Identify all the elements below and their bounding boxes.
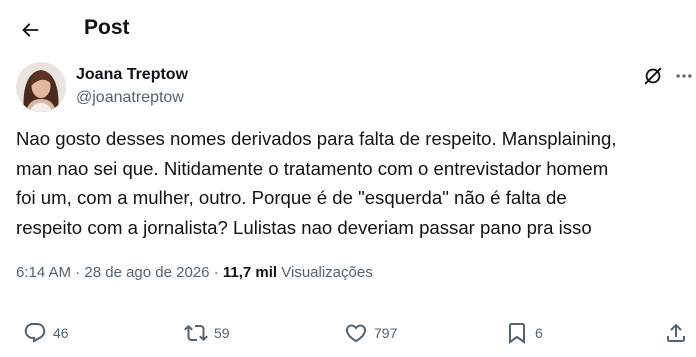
avatar-photo — [16, 62, 66, 112]
like-count: 797 — [374, 325, 398, 341]
share-button[interactable] — [664, 318, 688, 348]
bookmark-button[interactable]: 6 — [505, 318, 543, 348]
more-horizontal-icon — [676, 74, 692, 78]
bookmark-count: 6 — [535, 325, 543, 341]
tweet-line: foi um, com a mulher, outro. Porque é de… — [16, 187, 567, 208]
repost-button[interactable]: 59 — [184, 318, 230, 348]
reply-icon — [24, 323, 46, 343]
tweet-meta: 6:14 AM · 28 de ago de 2026 · 11,7 mil V… — [16, 263, 373, 283]
grok-button[interactable] — [641, 64, 665, 88]
heart-icon — [345, 324, 367, 343]
tweet-line: Nao gosto desses nomes derivados para fa… — [16, 128, 617, 149]
repost-icon — [184, 324, 208, 342]
reply-count: 46 — [53, 325, 69, 341]
share-icon — [667, 323, 685, 342]
meta-separator: · — [75, 264, 81, 281]
arrow-left-icon — [22, 23, 39, 37]
tweet-line: respeito com a jornalista? Lulistas nao … — [16, 216, 592, 238]
avatar[interactable] — [16, 62, 66, 112]
reply-button[interactable]: 46 — [23, 318, 69, 348]
back-button[interactable] — [14, 14, 46, 46]
repost-count: 59 — [214, 325, 230, 341]
views-count[interactable]: 11,7 mil — [223, 264, 277, 281]
author-handle[interactable]: @joanatreptow — [76, 88, 184, 108]
tweet-date[interactable]: 28 de ago de 2026 — [84, 264, 209, 281]
meta-separator: · — [213, 264, 219, 281]
bookmark-icon — [509, 323, 525, 344]
more-options-button[interactable] — [672, 64, 696, 88]
tweet-text: Nao gosto desses nomes derivados para fa… — [16, 124, 692, 242]
tweet-line: man nao sei que. Nitidamente o tratament… — [16, 157, 609, 179]
like-button[interactable]: 797 — [344, 318, 397, 348]
views-label[interactable]: Visualizações — [281, 264, 372, 281]
tweet-time[interactable]: 6:14 AM — [16, 264, 71, 281]
page-title: Post — [84, 16, 130, 39]
header-bar: Post — [0, 0, 696, 56]
action-bar: 46 59 797 6 — [0, 318, 696, 348]
author-name[interactable]: Joana Treptow — [76, 65, 188, 85]
grok-icon — [644, 67, 662, 85]
